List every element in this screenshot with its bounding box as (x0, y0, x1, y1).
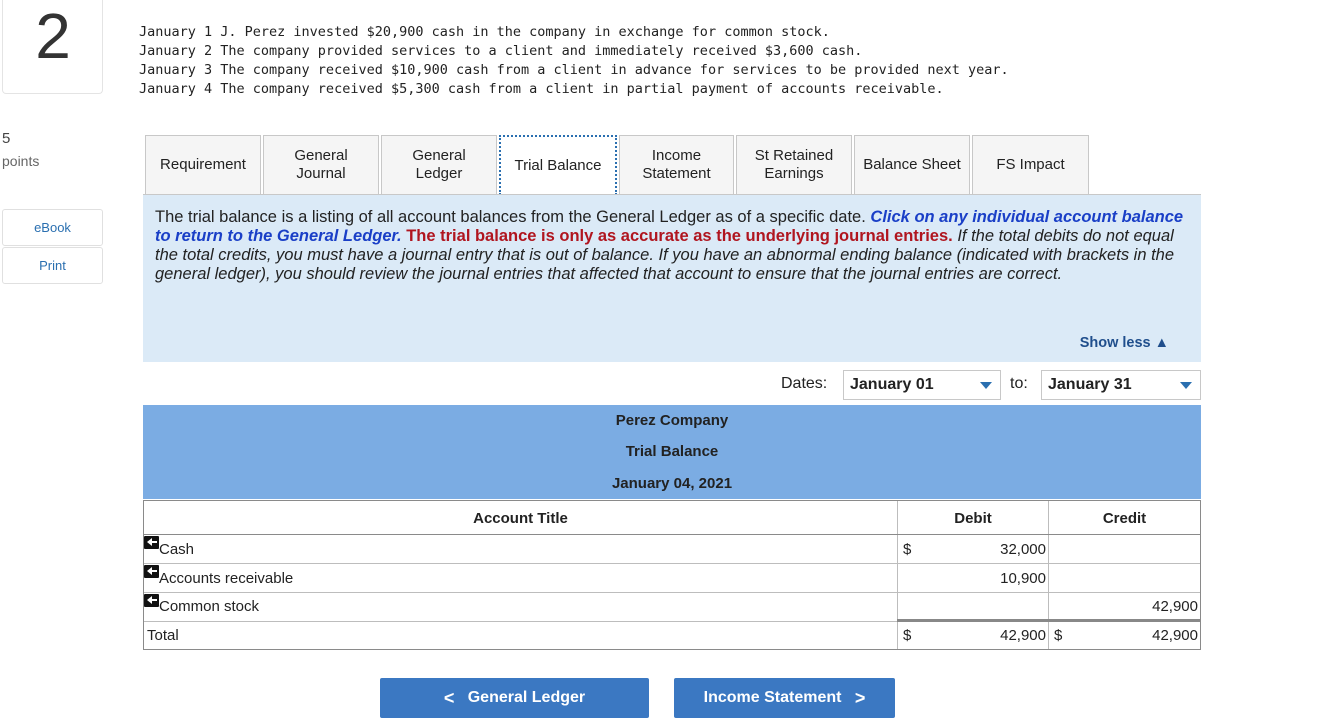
instructions-panel: The trial balance is a listing of all ac… (143, 194, 1201, 362)
date-to-value: January 31 (1048, 376, 1132, 393)
transaction-line: January 3 The company received $10,900 c… (139, 62, 1009, 78)
print-button[interactable]: Print (2, 247, 103, 284)
question-number-box: 2 (2, 0, 103, 94)
triangle-up-icon: ▲ (1154, 335, 1169, 351)
chevron-left-icon: < (443, 687, 455, 708)
header-debit: Debit (954, 510, 992, 527)
return-to-ledger-icon[interactable] (144, 536, 159, 549)
instructions-text: The trial balance is a listing of all ac… (155, 208, 1185, 284)
tab-label: Statement (642, 165, 711, 182)
debit-cash[interactable]: 32,000 (904, 541, 1046, 558)
credit-common-stock[interactable]: 42,900 (1050, 598, 1198, 615)
show-less-toggle[interactable]: Show less ▲ (1080, 335, 1169, 351)
tab-trial-balance[interactable]: Trial Balance (499, 135, 617, 195)
return-to-ledger-icon[interactable] (144, 594, 159, 607)
chevron-down-icon (1180, 382, 1192, 389)
account-common-stock: Common stock (159, 598, 260, 615)
next-button-label: Income Statement (703, 689, 842, 706)
date-to-select[interactable]: January 31 (1041, 370, 1201, 400)
tab-st-retained-earnings[interactable]: St Retained Earnings (736, 135, 852, 194)
date-from-select[interactable]: January 01 (843, 370, 1001, 400)
tab-label: Journal (296, 165, 346, 182)
ebook-button[interactable]: eBook (2, 209, 103, 246)
tab-label: FS Impact (996, 156, 1065, 173)
chevron-down-icon (980, 382, 992, 389)
tab-fs-impact[interactable]: FS Impact (972, 135, 1089, 194)
instructions-warning: The trial balance is only as accurate as… (406, 227, 953, 245)
total-label: Total (147, 627, 179, 644)
question-number: 2 (35, 0, 71, 72)
return-to-ledger-icon[interactable] (144, 565, 159, 578)
tab-label: Ledger (415, 165, 463, 182)
points-label: points (2, 153, 40, 169)
tab-general-ledger[interactable]: General Ledger (381, 135, 497, 194)
total-debit: 42,900 (1000, 627, 1046, 644)
transactions-list: January 1 J. Perez invested $20,900 cash… (139, 23, 1009, 99)
account-cash: Cash (159, 541, 195, 558)
total-credit: 42,900 (1152, 627, 1198, 644)
statement-date: January 04, 2021 (611, 475, 733, 492)
tab-general-journal[interactable]: General Journal (263, 135, 379, 194)
tab-label: Balance Sheet (863, 156, 961, 173)
transaction-line: January 4 The company received $5,300 ca… (139, 81, 944, 97)
statement-title: Trial Balance (625, 443, 719, 460)
dates-to-label: to: (1010, 375, 1028, 392)
instructions-sentence: The trial balance is a listing of all ac… (155, 208, 866, 226)
tab-label: Requirement (160, 156, 246, 173)
tab-requirement[interactable]: Requirement (145, 135, 261, 194)
company-name: Perez Company (615, 412, 729, 429)
tab-label: Income (651, 147, 702, 164)
tab-label: Earnings (764, 165, 824, 182)
dates-label: Dates: (781, 375, 828, 392)
points-value: 5 (2, 130, 11, 147)
tab-label: Trial Balance (514, 157, 602, 174)
tab-label: General (412, 147, 466, 164)
show-less-label: Show less (1079, 335, 1151, 351)
chevron-right-icon: > (854, 687, 866, 708)
prev-button-label: General Ledger (467, 689, 586, 706)
account-accounts-receivable: Accounts receivable (159, 570, 294, 587)
trial-balance-header: Perez Company Trial Balance January 04, … (143, 405, 1201, 499)
debit-accounts-receivable[interactable]: 10,900 (904, 570, 1046, 587)
next-income-statement-button[interactable]: Income Statement > (674, 678, 895, 718)
transaction-line: January 1 J. Perez invested $20,900 cash… (139, 24, 830, 40)
header-account-title: Account Title (473, 510, 568, 527)
transaction-line: January 2 The company provided services … (139, 43, 863, 59)
tab-income-statement[interactable]: Income Statement (619, 135, 734, 194)
header-credit: Credit (1102, 510, 1147, 527)
trial-balance-table: Account Title Debit Credit Cash $ 32,000… (143, 500, 1201, 650)
tab-label: General (294, 147, 348, 164)
prev-general-ledger-button[interactable]: < General Ledger (380, 678, 649, 718)
tab-balance-sheet[interactable]: Balance Sheet (854, 135, 970, 194)
date-from-value: January 01 (850, 376, 934, 393)
tab-label: St Retained (754, 147, 834, 164)
